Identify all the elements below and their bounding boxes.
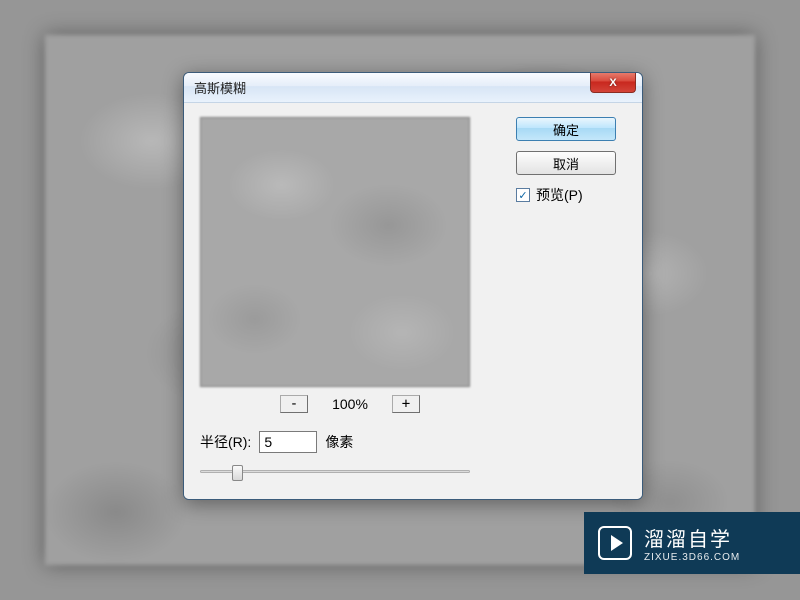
preview-column: - 100% + 半径(R): 像素 (200, 117, 500, 481)
play-icon (598, 526, 632, 560)
preview-image[interactable] (200, 117, 470, 387)
watermark-sub: ZIXUE.3D66.COM (644, 552, 740, 563)
ok-button[interactable]: 确定 (516, 117, 616, 141)
slider-thumb[interactable] (232, 465, 243, 481)
zoom-value: 100% (326, 396, 374, 412)
dialog-titlebar[interactable]: 高斯模糊 X (184, 73, 642, 103)
dialog-title: 高斯模糊 (194, 78, 246, 97)
cancel-button[interactable]: 取消 (516, 151, 616, 175)
watermark-text: 溜溜自学 ZIXUE.3D66.COM (644, 523, 740, 563)
preview-checkbox-row: ✓ 预览(P) (516, 185, 626, 205)
zoom-out-button[interactable]: - (280, 395, 308, 413)
button-column: 确定 取消 ✓ 预览(P) (516, 117, 626, 481)
close-icon: X (609, 77, 616, 89)
radius-slider[interactable] (200, 463, 470, 481)
preview-checkbox[interactable]: ✓ (516, 188, 530, 202)
radius-input[interactable] (259, 431, 317, 453)
watermark-badge: 溜溜自学 ZIXUE.3D66.COM (584, 512, 800, 574)
preview-label: 预览(P) (536, 185, 583, 205)
watermark-title: 溜溜自学 (644, 523, 740, 552)
cancel-label: 取消 (553, 154, 579, 173)
radius-unit: 像素 (325, 432, 353, 452)
close-button[interactable]: X (590, 73, 636, 93)
plus-icon: + (402, 397, 410, 411)
radius-row: 半径(R): 像素 (200, 431, 500, 453)
zoom-in-button[interactable]: + (392, 395, 420, 413)
check-icon: ✓ (518, 189, 527, 202)
zoom-controls: - 100% + (200, 395, 500, 413)
radius-label: 半径(R): (200, 432, 251, 452)
gaussian-blur-dialog: 高斯模糊 X - 100% + 半径(R): 像素 确定 取消 (183, 72, 643, 500)
minus-icon: - (290, 397, 298, 411)
ok-label: 确定 (553, 120, 579, 139)
dialog-body: - 100% + 半径(R): 像素 确定 取消 ✓ 预览(P) (184, 103, 642, 499)
